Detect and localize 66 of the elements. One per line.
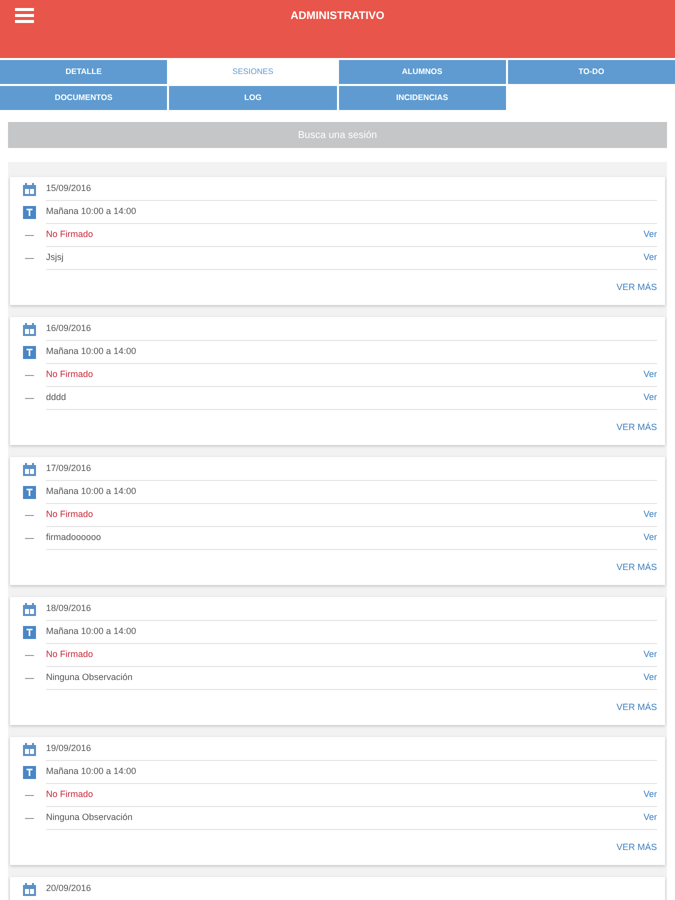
- tab[interactable]: LOG: [169, 86, 336, 110]
- dash-icon: [25, 818, 34, 819]
- calendar-icon: [23, 463, 36, 476]
- see-more-link[interactable]: VER MÁS: [616, 420, 657, 434]
- row-text: 15/09/2016: [46, 182, 92, 196]
- row-text: No Firmado: [46, 508, 94, 522]
- calendar-icon: [23, 883, 36, 896]
- dash-icon: [25, 398, 34, 399]
- see-more-link[interactable]: VER MÁS: [616, 840, 657, 854]
- view-link[interactable]: Ver: [643, 391, 657, 405]
- row-text: Mañana 10:00 a 14:00: [46, 345, 136, 358]
- view-link[interactable]: Ver: [643, 811, 657, 825]
- tab[interactable]: INCIDENCIAS: [338, 86, 506, 110]
- tab[interactable]: ALUMNOS: [338, 60, 506, 84]
- see-more-link[interactable]: VER MÁS: [616, 280, 657, 294]
- dash-icon: [25, 538, 34, 539]
- see-more-link[interactable]: VER MÁS: [616, 560, 657, 574]
- row-text: Mañana 10:00 a 14:00: [46, 625, 136, 638]
- dash-icon: [25, 795, 34, 796]
- row-text: No Firmado: [46, 788, 94, 802]
- row-text: No Firmado: [46, 648, 94, 662]
- row-text: dddd: [46, 391, 66, 404]
- menu-icon[interactable]: [15, 8, 34, 23]
- tab[interactable]: DETALLE: [0, 60, 168, 84]
- view-link[interactable]: Ver: [643, 648, 657, 662]
- dash-icon: [25, 515, 34, 516]
- view-link[interactable]: Ver: [643, 368, 657, 382]
- row-text: Mañana 10:00 a 14:00: [46, 765, 136, 778]
- view-link[interactable]: Ver: [643, 671, 657, 685]
- calendar-icon: [23, 743, 36, 756]
- clock-tile-icon: [23, 346, 36, 359]
- row-text: Mañana 10:00 a 14:00: [46, 205, 136, 218]
- view-link[interactable]: Ver: [643, 788, 657, 802]
- row-text: 19/09/2016: [46, 742, 92, 756]
- row-text: No Firmado: [46, 368, 94, 382]
- tab[interactable]: TO-DO: [508, 60, 675, 84]
- row-text: No Firmado: [46, 228, 94, 242]
- view-link[interactable]: Ver: [643, 228, 657, 242]
- calendar-icon: [23, 603, 36, 616]
- row-text: Ninguna Observación: [46, 671, 133, 684]
- dash-icon: [25, 258, 34, 259]
- dash-icon: [25, 655, 34, 656]
- tab[interactable]: DOCUMENTOS: [0, 86, 168, 110]
- clock-tile-icon: [23, 206, 36, 219]
- view-link[interactable]: Ver: [643, 251, 657, 265]
- page-title: ADMINISTRATIVO: [290, 9, 384, 22]
- dash-icon: [25, 375, 34, 376]
- calendar-icon: [23, 183, 36, 196]
- row-text: firmadoooooo: [46, 531, 102, 544]
- row-text: 17/09/2016: [46, 462, 92, 476]
- row-text: Jsjsj: [46, 251, 64, 264]
- dash-icon: [25, 235, 34, 236]
- view-link[interactable]: Ver: [643, 531, 657, 545]
- view-link[interactable]: Ver: [643, 508, 657, 522]
- clock-tile-icon: [23, 486, 36, 499]
- see-more-link[interactable]: VER MÁS: [616, 700, 657, 714]
- search-field[interactable]: Busca una sesión: [8, 122, 667, 148]
- row-text: Ninguna Observación: [46, 811, 133, 824]
- row-text: 20/09/2016: [46, 882, 92, 896]
- row-text: 16/09/2016: [46, 322, 92, 336]
- calendar-icon: [23, 323, 36, 336]
- dash-icon: [25, 678, 34, 679]
- row-text: Mañana 10:00 a 14:00: [46, 485, 136, 498]
- clock-tile-icon: [23, 626, 36, 639]
- row-text: 18/09/2016: [46, 602, 92, 616]
- clock-tile-icon: [23, 766, 36, 779]
